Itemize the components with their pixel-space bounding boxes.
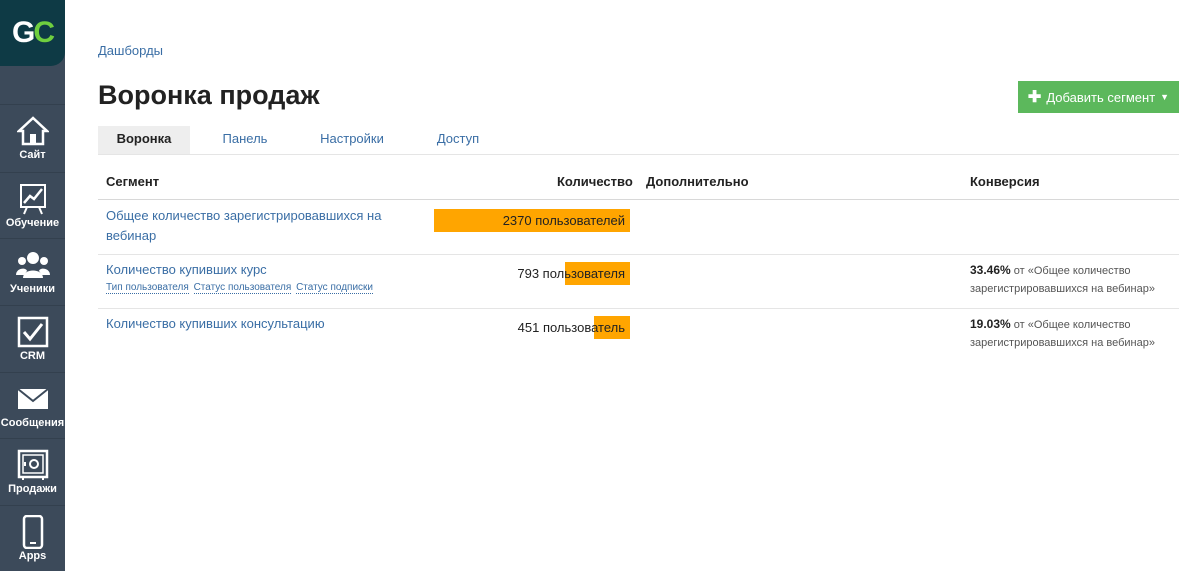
conversion-percent: 19.03%: [970, 317, 1011, 331]
sidebar-item-label: Сообщения: [0, 417, 65, 429]
sidebar-item-label: Apps: [18, 550, 47, 562]
conversion-cell: 33.46% от «Общее количество зарегистриро…: [970, 261, 1170, 298]
count-value: 451 пользователь: [517, 320, 625, 335]
breadcrumb-dashboards[interactable]: Дашборды: [98, 43, 163, 58]
segment-name-link[interactable]: Количество купивших курс: [106, 260, 267, 280]
col-segment: Сегмент: [106, 174, 160, 189]
sidebar-item-label: Обучение: [5, 217, 60, 229]
sidebar: GC Сайт Обучение Ученики CRM Сообщения П…: [0, 0, 65, 571]
add-segment-button[interactable]: ✚ Добавить сегмент ▼: [1018, 81, 1179, 113]
filter-user-status[interactable]: Статус пользователя: [193, 282, 292, 294]
users-icon: [15, 248, 50, 282]
segment-name-link[interactable]: Общее количество зарегистрировавшихся на…: [106, 206, 406, 246]
sidebar-item-crm[interactable]: CRM: [0, 305, 65, 371]
tab-panel[interactable]: Панель: [198, 126, 292, 154]
table-row: Количество купивших консультацию 451 пол…: [98, 309, 1179, 363]
sidebar-item-label: Продажи: [8, 483, 57, 495]
tab-funnel[interactable]: Воронка: [98, 126, 190, 154]
sidebar-item-label: Сайт: [19, 149, 46, 161]
sidebar-item-label: CRM: [19, 350, 46, 362]
checkbox-icon: [16, 315, 50, 349]
page-title: Воронка продаж: [98, 80, 320, 110]
add-segment-label: Добавить сегмент: [1046, 89, 1156, 105]
caret-down-icon: ▼: [1160, 92, 1170, 102]
sidebar-item-messages[interactable]: Сообщения: [0, 372, 65, 438]
home-icon: [16, 114, 50, 148]
sidebar-item-students[interactable]: Ученики: [0, 238, 65, 304]
segment-name-link[interactable]: Количество купивших консультацию: [106, 314, 325, 334]
filter-user-type[interactable]: Тип пользователя: [106, 282, 189, 294]
plus-icon: ✚: [1027, 89, 1042, 106]
filter-subscription-status[interactable]: Статус подписки: [296, 282, 374, 294]
sidebar-item-sales[interactable]: Продажи: [0, 438, 65, 504]
chart-board-icon: [16, 182, 50, 216]
table-row: Общее количество зарегистрировавшихся на…: [98, 200, 1179, 255]
sidebar-item-site[interactable]: Сайт: [0, 104, 65, 170]
table-row: Количество купивших курс Тип пользовател…: [98, 255, 1179, 309]
conversion-percent: 33.46%: [970, 263, 1011, 277]
tabs-bar: Воронка Панель Настройки Доступ: [98, 126, 1179, 155]
getcourse-logo[interactable]: GC: [0, 0, 65, 66]
logo-letter-c: C: [33, 16, 55, 49]
col-extra: Дополнительно: [646, 174, 749, 189]
tab-settings[interactable]: Настройки: [308, 126, 396, 154]
col-count: Количество: [557, 174, 633, 189]
conversion-cell: 19.03% от «Общее количество зарегистриро…: [970, 315, 1170, 352]
logo-letter-g: G: [11, 16, 35, 49]
safe-icon: [16, 448, 50, 482]
tab-access[interactable]: Доступ: [423, 126, 493, 154]
envelope-icon: [16, 382, 50, 416]
col-conversion: Конверсия: [970, 174, 1040, 189]
phone-icon: [16, 515, 50, 549]
count-value: 2370 пользователей: [502, 213, 625, 228]
table-header: Сегмент Количество Дополнительно Конверс…: [98, 167, 1179, 200]
sidebar-item-apps[interactable]: Apps: [0, 505, 65, 571]
count-value: 793 пользователя: [517, 266, 625, 281]
sidebar-item-learning[interactable]: Обучение: [0, 172, 65, 238]
sidebar-item-label: Ученики: [9, 283, 56, 295]
segment-filters: Тип пользователя Статус пользователя Ста…: [106, 282, 375, 294]
